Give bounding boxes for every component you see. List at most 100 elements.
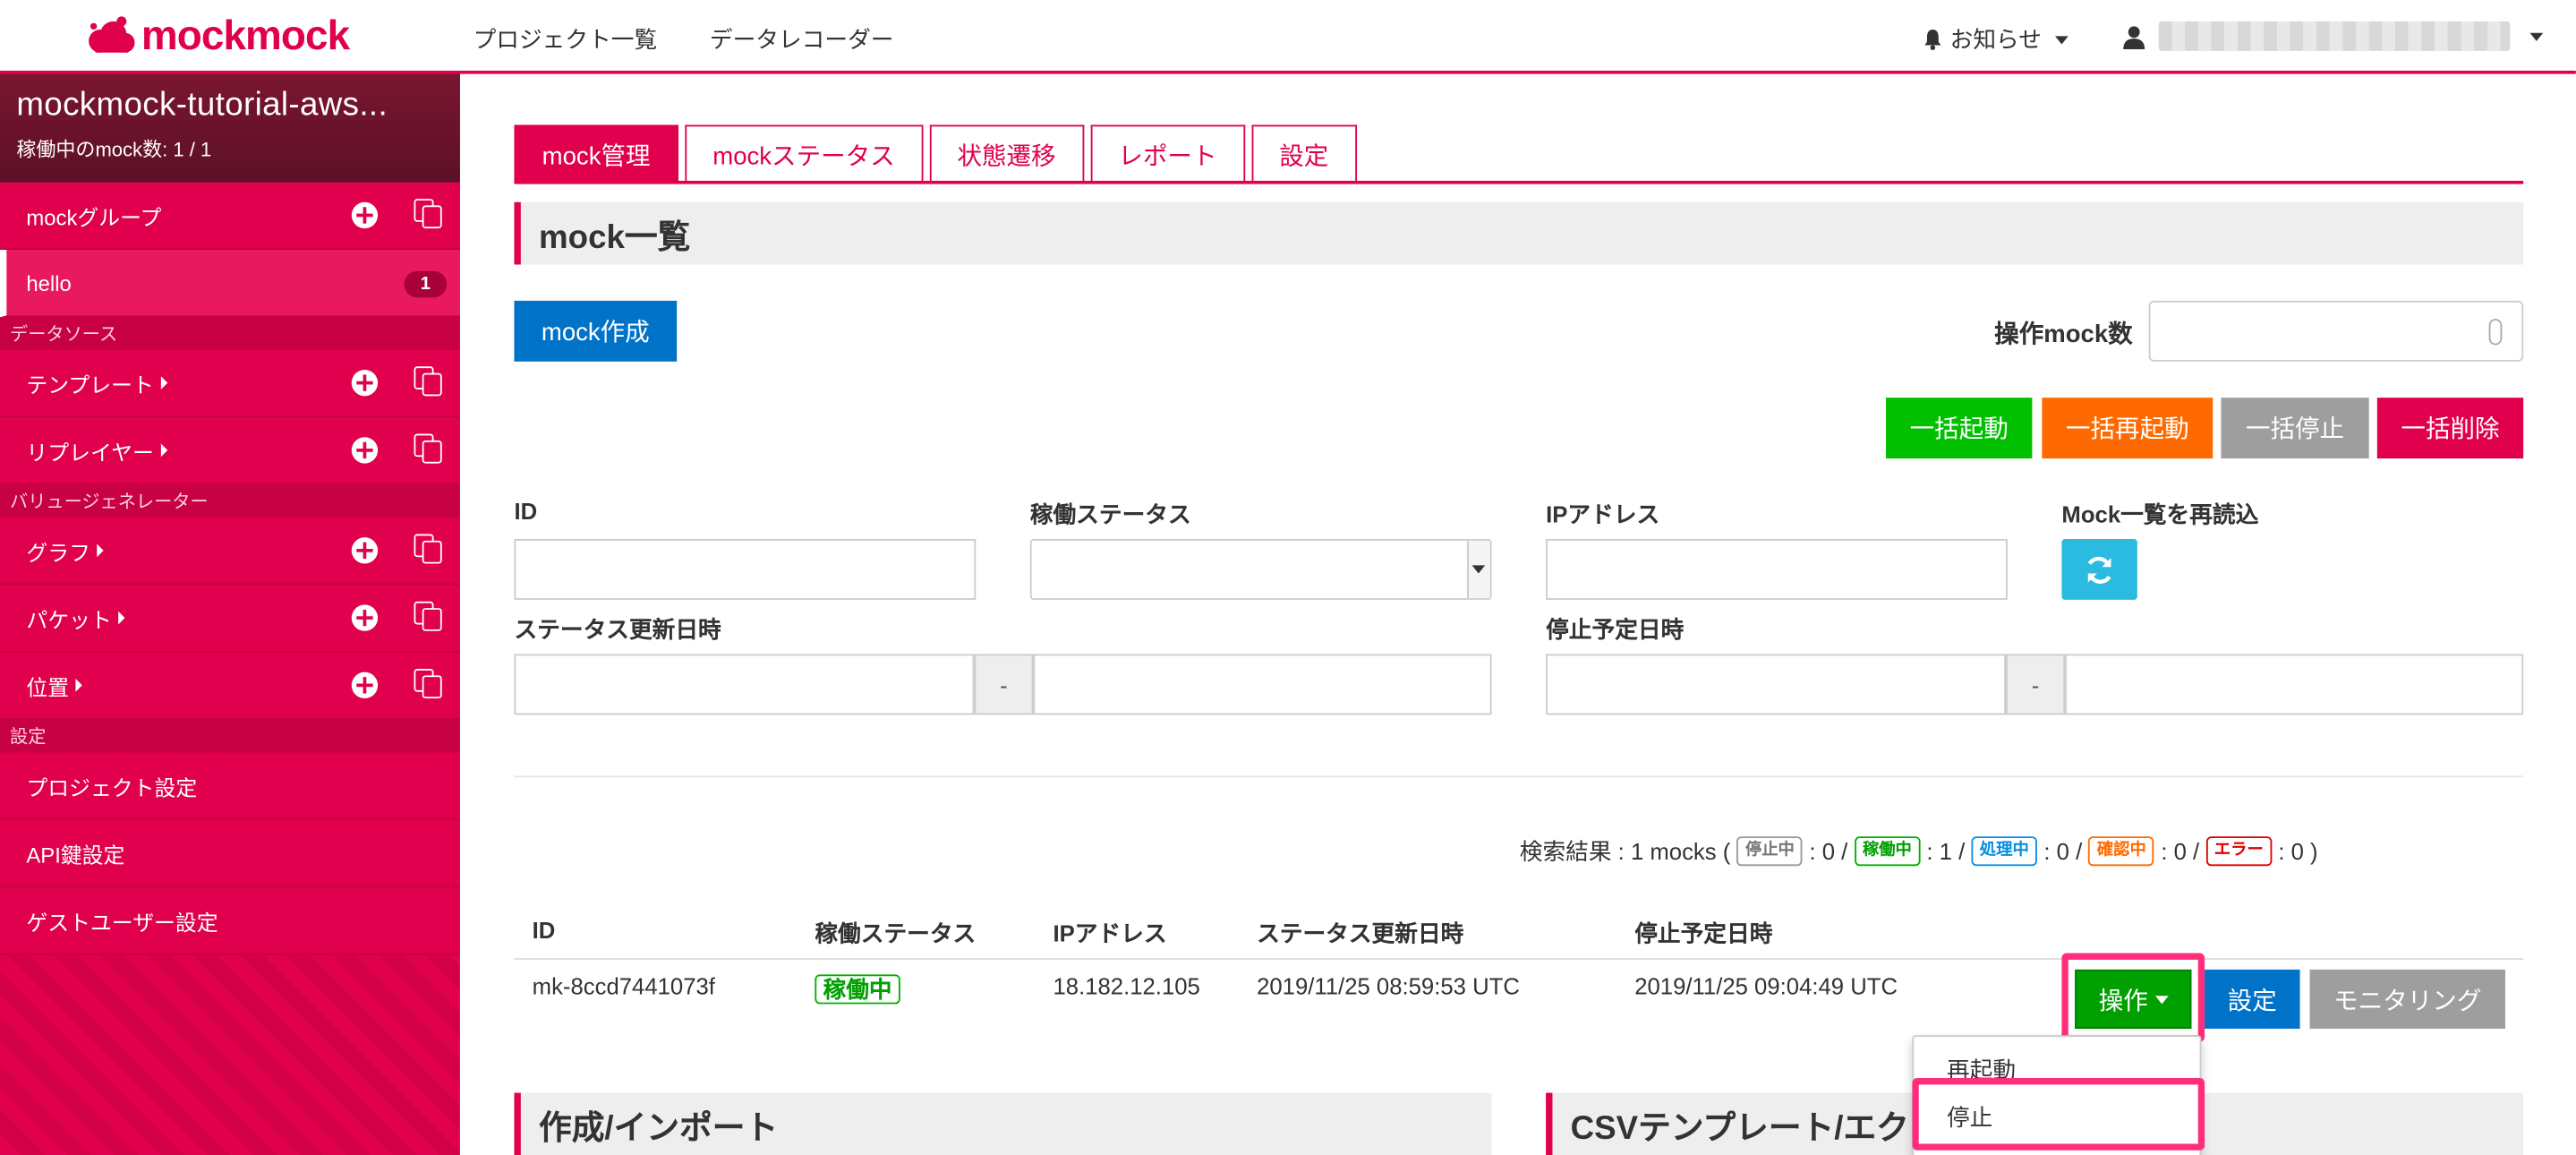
tab-mock-status[interactable]: mockステータス [685, 124, 923, 183]
sidebar-item-template[interactable]: テンプレート [0, 349, 460, 418]
sidebar: mockmock-tutorial-aws... 稼働中のmock数: 1 / … [0, 73, 460, 1155]
add-icon[interactable] [351, 437, 379, 464]
project-name: mockmock-tutorial-aws... [16, 87, 388, 124]
confirming-count: : 0 / [2161, 838, 2200, 865]
sidebar-item-label: API鍵設定 [26, 842, 125, 868]
filter-status-select[interactable] [1029, 539, 1492, 600]
bell-icon [1924, 30, 1941, 50]
status-tag-stopped: 停止中 [1736, 836, 1804, 867]
highlight-operate [2061, 953, 2205, 1042]
add-icon[interactable] [351, 537, 379, 564]
stop-scheduled-to-input[interactable] [2065, 654, 2524, 715]
sidebar-item-label: プロジェクト設定 [26, 774, 198, 800]
sidebar-item-mock-group[interactable]: mockグループ [0, 182, 460, 250]
stopped-count: : 0 / [1809, 838, 1848, 865]
caret-right-icon [160, 376, 167, 389]
sidebar-item-location[interactable]: 位置 [0, 652, 460, 720]
range-separator: - [2006, 654, 2066, 715]
add-icon[interactable] [351, 604, 379, 631]
filter-status-label: 稼働ステータス [1029, 500, 1191, 528]
add-icon[interactable] [351, 369, 379, 397]
chevron-down-icon [2529, 31, 2544, 40]
copy-icon[interactable] [414, 534, 444, 564]
add-icon[interactable] [351, 672, 379, 699]
copy-icon[interactable] [414, 199, 444, 229]
column-header-ip: IPアドレス [1053, 920, 1167, 947]
stepper-icon[interactable] [2488, 319, 2503, 346]
nav-data-recorder[interactable]: データレコーダー [710, 23, 894, 56]
tab-state-transition[interactable]: 状態遷移 [929, 124, 1084, 183]
filter-status-updated-label: ステータス更新日時 [514, 616, 721, 643]
stop-scheduled-cell: 2019/11/25 09:04:49 UTC [1634, 972, 1898, 999]
bulk-stop-button[interactable]: 一括停止 [2221, 398, 2369, 459]
processing-count: : 0 / [2043, 838, 2083, 865]
filter-id-input[interactable] [514, 539, 977, 600]
user-menu[interactable] [2122, 21, 2544, 51]
sidebar-item-project-settings[interactable]: プロジェクト設定 [0, 752, 460, 820]
sidebar-item-api-key-settings[interactable]: API鍵設定 [0, 819, 460, 888]
copy-icon[interactable] [414, 366, 444, 397]
running-mock-count: 稼働中のmock数: 1 / 1 [16, 138, 212, 161]
tab-underline [514, 180, 2524, 184]
copy-icon[interactable] [414, 601, 444, 631]
sidebar-item-label: ゲストユーザー設定 [26, 909, 218, 935]
bulk-restart-button[interactable]: 一括再起動 [2042, 398, 2213, 459]
mock-id-cell: mk-8ccd7441073f [532, 972, 715, 999]
monitoring-button[interactable]: モニタリング [2309, 969, 2505, 1029]
sidebar-item-guest-user-settings[interactable]: ゲストユーザー設定 [0, 887, 460, 955]
add-icon[interactable] [351, 201, 379, 229]
status-updated-to-input[interactable] [1033, 654, 1492, 715]
op-count-label: 操作mock数 [1994, 320, 2133, 349]
filter-id-label: ID [514, 498, 538, 525]
results-prefix: 検索結果 : 1 mocks ( [1519, 838, 1731, 865]
status-updated-from-input[interactable] [514, 654, 975, 715]
status-tag-confirming: 確認中 [2088, 836, 2155, 867]
column-header-stop-scheduled: 停止予定日時 [1634, 920, 1773, 947]
notifications-dropdown[interactable]: お知らせ [1922, 23, 2068, 56]
project-header: mockmock-tutorial-aws... 稼働中のmock数: 1 / … [0, 73, 460, 183]
sidebar-item-label: リプレイヤー [26, 439, 154, 465]
bulk-start-button[interactable]: 一括起動 [1886, 398, 2033, 459]
status-tag-error: エラー [2205, 836, 2272, 867]
row-settings-button[interactable]: 設定 [2205, 969, 2300, 1029]
section-title-create-import: 作成/インポート [514, 1092, 1492, 1155]
error-count: : 0 ) [2278, 838, 2318, 865]
sidebar-item-label: mockグループ [26, 204, 162, 230]
op-count-input[interactable] [2148, 300, 2524, 362]
user-icon [2123, 25, 2145, 49]
column-header-status: 稼働ステータス [815, 920, 977, 947]
caret-right-icon [97, 543, 104, 558]
cloud-logo-icon [89, 16, 135, 53]
search-results-summary: 検索結果 : 1 mocks ( 停止中 : 0 / 稼働中 : 1 / 処理中… [1520, 834, 2318, 868]
logo[interactable]: mockmock [85, 10, 350, 63]
tab-mock-management[interactable]: mock管理 [514, 124, 678, 183]
sidebar-section-settings: 設定 [0, 719, 460, 753]
bulk-delete-button[interactable]: 一括削除 [2376, 398, 2524, 459]
status-badge: 稼働中 [815, 974, 900, 1005]
main-tabs: mock管理 mockステータス 状態遷移 レポート 設定 [514, 124, 1357, 183]
sidebar-item-replayer[interactable]: リプレイヤー [0, 417, 460, 485]
copy-icon[interactable] [414, 669, 444, 699]
ip-cell: 18.182.12.105 [1053, 972, 1200, 999]
tab-settings[interactable]: 設定 [1251, 124, 1357, 183]
user-name-redacted [2158, 21, 2511, 51]
caret-right-icon [118, 611, 125, 625]
caret-right-icon [75, 679, 82, 692]
notifications-label: お知らせ [1949, 26, 2042, 53]
nav-projects[interactable]: プロジェクト一覧 [473, 23, 658, 56]
sidebar-item-graph[interactable]: グラフ [0, 518, 460, 586]
logo-text: mockmock [141, 12, 350, 59]
sidebar-item-label: テンプレート [26, 372, 154, 398]
count-badge: 1 [404, 270, 448, 298]
sidebar-item-hello[interactable]: hello 1 [0, 249, 460, 318]
sidebar-item-packet[interactable]: パケット [0, 585, 460, 653]
reload-button[interactable] [2061, 539, 2137, 600]
stop-scheduled-from-input[interactable] [1546, 654, 2007, 715]
filter-stop-scheduled-label: 停止予定日時 [1546, 616, 1685, 643]
copy-icon[interactable] [414, 433, 444, 464]
tab-report[interactable]: レポート [1090, 124, 1245, 183]
sidebar-item-label: hello [26, 270, 72, 295]
status-tag-running: 稼働中 [1854, 836, 1921, 867]
filter-ip-input[interactable] [1546, 539, 2008, 600]
create-mock-button[interactable]: mock作成 [514, 300, 678, 362]
